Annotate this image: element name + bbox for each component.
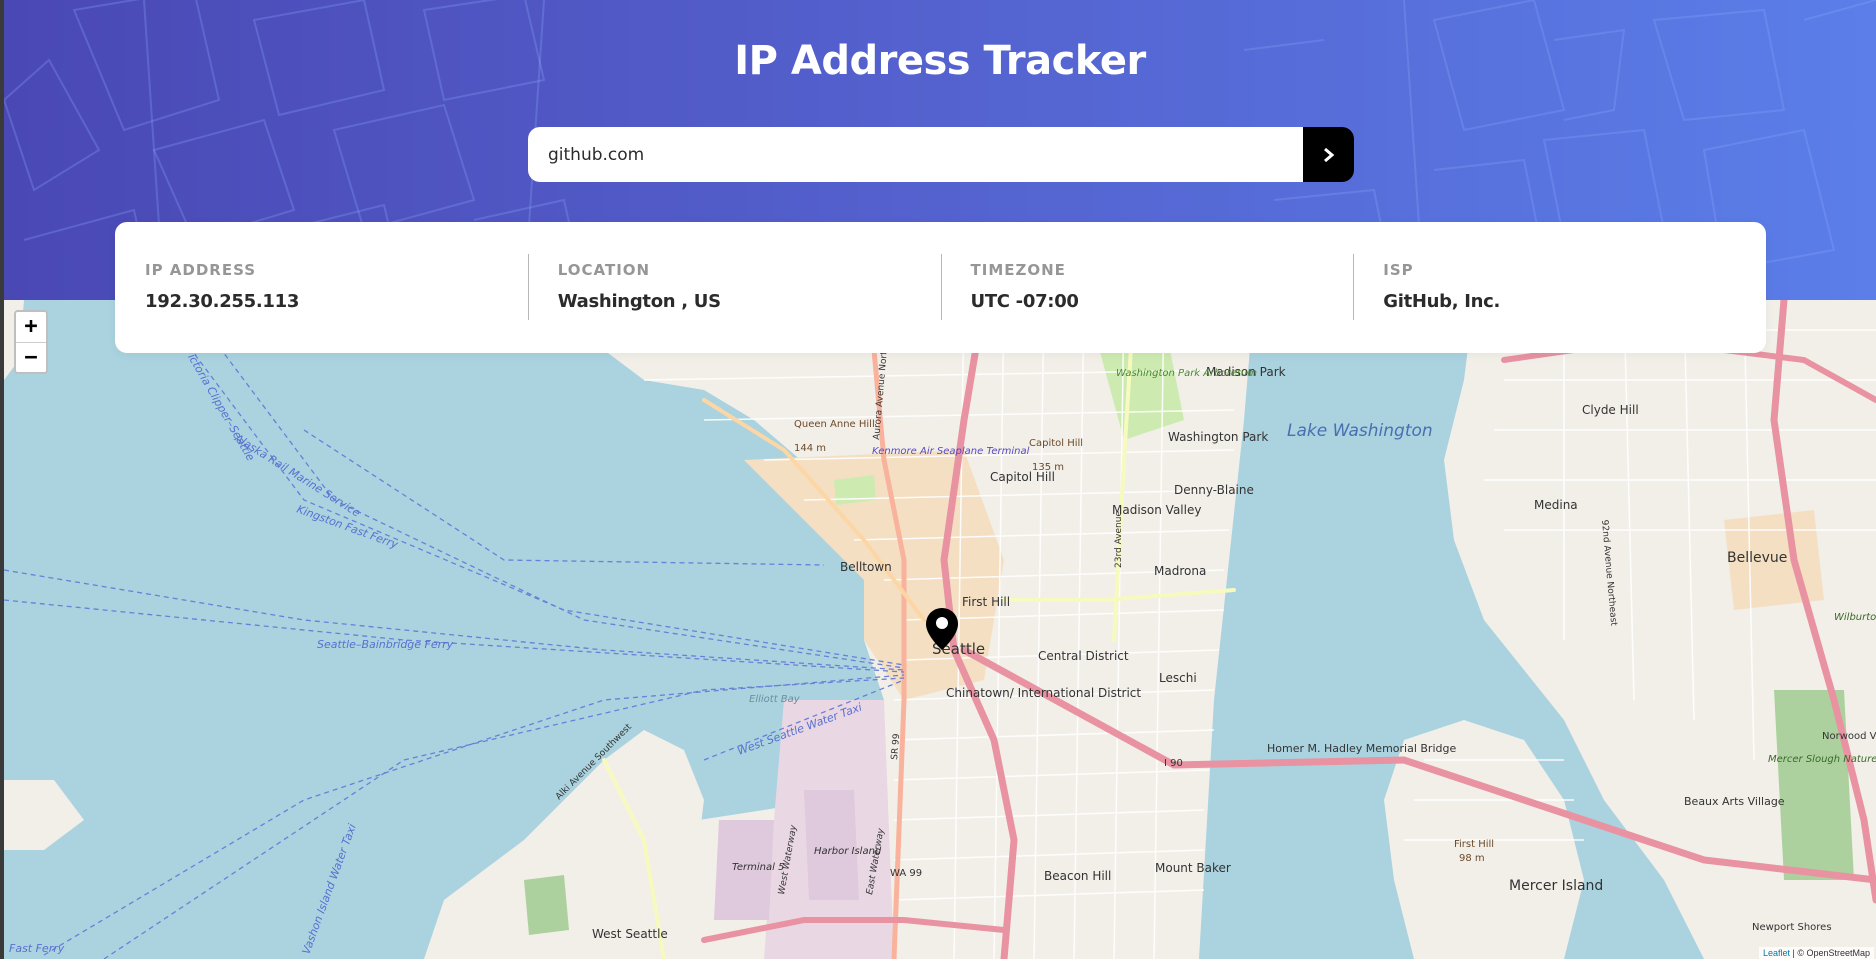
west-island	[4, 780, 84, 850]
label-seattle-bainbridge-ferry: Seattle–Bainbridge Ferry	[317, 638, 454, 651]
osm-attribution: © OpenStreetMap	[1797, 948, 1870, 958]
isp-label: ISP	[1383, 261, 1414, 279]
location-block: LOCATION Washington , US	[527, 222, 941, 353]
queen-anne-park	[834, 475, 876, 505]
label-chinatown: Chinatown/ International District	[946, 686, 1141, 700]
label-denny-blaine: Denny-Blaine	[1174, 483, 1254, 497]
label-capitol-hill-peak: Capitol Hill	[1029, 438, 1083, 449]
label-kenmore-terminal: Kenmore Air Seaplane Terminal	[872, 446, 1030, 457]
label-madison-valley: Madison Valley	[1112, 503, 1201, 517]
label-wa99: WA 99	[890, 868, 922, 879]
label-beacon-hill: Beacon Hill	[1044, 869, 1111, 883]
leaflet-link[interactable]: Leaflet	[1763, 948, 1790, 958]
ip-address-value: 192.30.255.113	[145, 291, 300, 312]
timezone-label: TIMEZONE	[970, 261, 1066, 279]
label-23rd-avenue: 23rd Avenue	[1114, 511, 1124, 568]
label-fast-ferry: Fast Ferry	[9, 942, 65, 955]
chevron-right-icon	[1323, 147, 1334, 162]
search-submit-button[interactable]	[1303, 127, 1354, 182]
label-first-hill-mi-elev: 98 m	[1459, 853, 1485, 864]
label-medina: Medina	[1534, 498, 1578, 512]
label-clyde-hill: Clyde Hill	[1582, 403, 1639, 417]
label-queen-anne-elev: 144 m	[794, 443, 826, 454]
timezone-value: UTC -07:00	[970, 291, 1079, 312]
location-label: LOCATION	[557, 261, 651, 279]
west-seattle-park	[524, 875, 569, 935]
label-first-hill: First Hill	[962, 595, 1010, 609]
ip-address-label: IP ADDRESS	[145, 261, 257, 279]
label-queen-anne-hill: Queen Anne Hill	[794, 419, 875, 430]
label-arboretum: Washington Park Arboretum	[1116, 368, 1257, 379]
location-pin-icon	[926, 608, 958, 650]
label-mercer-island: Mercer Island	[1509, 878, 1603, 894]
zoom-in-button[interactable]: +	[16, 312, 46, 342]
label-central-district: Central District	[1038, 649, 1129, 663]
page-title: IP Address Tracker	[734, 38, 1146, 84]
label-leschi: Leschi	[1159, 671, 1197, 685]
isp-block: ISP GitHub, Inc.	[1353, 222, 1766, 353]
label-west-seattle: West Seattle	[592, 927, 668, 941]
search-bar	[528, 127, 1354, 182]
location-marker[interactable]	[925, 607, 959, 656]
label-terminal-5: Terminal 5	[732, 862, 784, 873]
ip-address-block: IP ADDRESS 192.30.255.113	[115, 222, 528, 353]
label-beaux-arts: Beaux Arts Village	[1684, 795, 1785, 808]
map-attribution: Leaflet | © OpenStreetMap	[1758, 947, 1874, 959]
label-elliott-bay: Elliott Bay	[749, 694, 801, 705]
label-bellevue: Bellevue	[1727, 550, 1787, 566]
isp-value: GitHub, Inc.	[1383, 291, 1501, 312]
zoom-out-button[interactable]: −	[16, 342, 46, 372]
label-homer-hadley: Homer M. Hadley Memorial Bridge	[1267, 742, 1456, 755]
label-lake-washington: Lake Washington	[1287, 421, 1433, 441]
zoom-control: + −	[14, 310, 48, 374]
location-value: Washington , US	[557, 291, 721, 312]
label-wilburton: Wilburton Hill Park	[1834, 612, 1876, 623]
info-card: IP ADDRESS 192.30.255.113 LOCATION Washi…	[115, 222, 1766, 353]
timezone-block: TIMEZONE UTC -07:00	[940, 222, 1354, 353]
harbor-island	[804, 790, 859, 900]
label-mount-baker: Mount Baker	[1155, 861, 1231, 875]
label-norwood-village: Norwood Village	[1822, 731, 1876, 742]
label-washington-park: Washington Park	[1168, 430, 1268, 444]
search-input[interactable]	[528, 127, 1303, 182]
label-capitol-hill-elev: 135 m	[1032, 462, 1064, 473]
label-newport-shores: Newport Shores	[1752, 922, 1832, 933]
label-madrona: Madrona	[1154, 564, 1206, 578]
label-belltown: Belltown	[840, 560, 892, 574]
label-vashon-water-taxi: Vashon Island Water Taxi	[300, 822, 359, 956]
app-frame: IP Address Tracker IP ADDRESS 192.30.255…	[4, 0, 1876, 959]
label-mercer-slough: Mercer Slough Nature Park	[1768, 754, 1876, 765]
label-first-hill-mi: First Hill	[1454, 839, 1494, 850]
label-i90: I 90	[1164, 758, 1183, 769]
